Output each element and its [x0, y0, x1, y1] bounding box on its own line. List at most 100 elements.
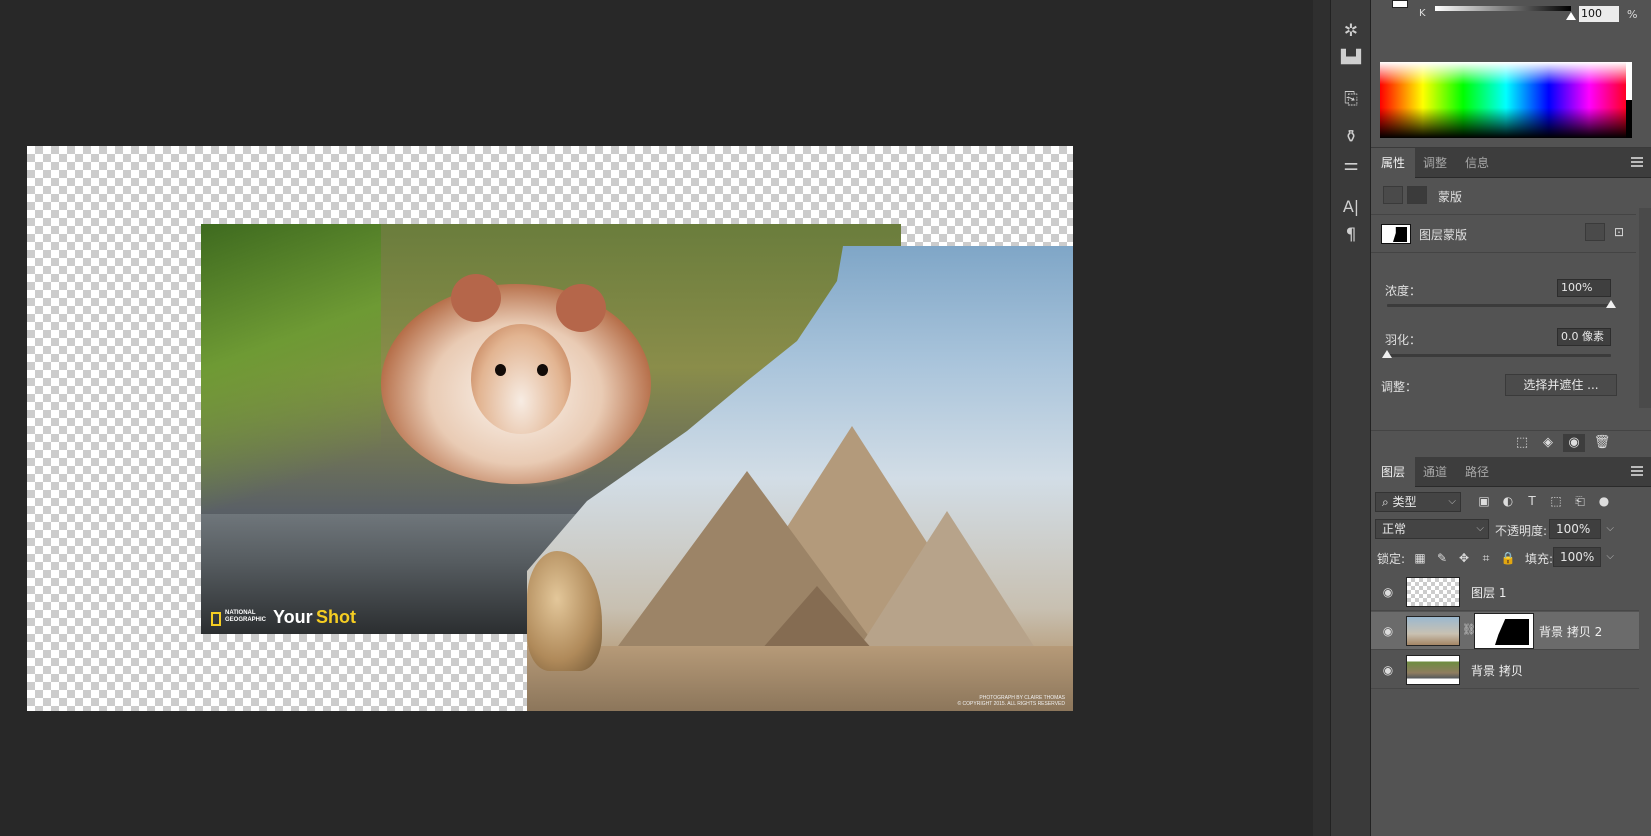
tab-properties[interactable]: 属性 [1371, 148, 1416, 178]
layer-mask-label: 图层蒙版 [1419, 228, 1468, 242]
opacity-value: 100% [1556, 522, 1591, 536]
density-slider-thumb[interactable] [1606, 300, 1616, 308]
document-canvas[interactable]: NATIONAL GEOGRAPHIC Your Shot PHOTOGRAPH… [27, 146, 1073, 711]
fill-value: 100% [1560, 550, 1595, 564]
layer-name[interactable]: 图层 1 [1471, 584, 1506, 601]
properties-menu-icon[interactable] [1631, 157, 1643, 167]
properties-scrollbar[interactable] [1639, 208, 1651, 408]
filter-type-icon[interactable]: T [1523, 493, 1541, 509]
natgeo-logo-icon [211, 612, 221, 626]
blend-mode-dropdown[interactable]: 正常 ⌵ [1375, 519, 1489, 539]
paragraph-icon[interactable]: ¶ [1337, 222, 1365, 248]
density-input[interactable]: 100% [1557, 279, 1611, 297]
filter-shape-icon[interactable]: ⬚ [1547, 493, 1565, 509]
histogram-icon[interactable]: ▙▟ [1337, 45, 1365, 71]
layer-mask-thumbnail [1381, 224, 1411, 244]
chevron-down-icon: ⌵ [1606, 551, 1614, 562]
density-label: 浓度： [1385, 284, 1422, 298]
blend-mode-value: 正常 [1382, 522, 1407, 536]
eye-icon[interactable]: ◉ [1380, 623, 1396, 639]
chevron-down-icon: ⌵ [1476, 523, 1484, 534]
black-white-ramp[interactable] [1626, 62, 1632, 138]
k-channel-slider[interactable] [1435, 6, 1571, 11]
layer-thumbnail [1406, 655, 1460, 685]
character-icon[interactable]: A| [1337, 194, 1365, 220]
add-pixel-mask-icon[interactable] [1585, 223, 1605, 241]
chain-link-icon[interactable]: ⛓ [1462, 623, 1476, 636]
yourshot-logo-your: Your [273, 607, 313, 627]
clone-source-icon[interactable]: ⚱ [1337, 124, 1365, 150]
filter-adjustment-icon[interactable]: ◐ [1499, 493, 1517, 509]
photo-credit-line2: © COPYRIGHT 2015. ALL RIGHTS RESERVED [957, 701, 1065, 707]
layer-thumbnail [1406, 577, 1460, 607]
photo-credit: PHOTOGRAPH BY CLAIRE THOMAS © COPYRIGHT … [957, 695, 1065, 707]
add-vector-mask-icon[interactable]: ⊡ [1609, 223, 1629, 241]
layers-menu-icon[interactable] [1631, 466, 1643, 476]
layer-row[interactable]: ◉ ⛓ 背景 拷贝 2 [1371, 612, 1639, 650]
tab-paths[interactable]: 路径 [1455, 457, 1499, 487]
layer-name[interactable]: 背景 拷贝 [1471, 662, 1523, 679]
lock-all-icon[interactable]: 🔒 [1499, 549, 1517, 567]
search-icon: ⌕ [1382, 495, 1393, 509]
load-selection-icon[interactable]: ⬚ [1511, 434, 1533, 452]
layer-row[interactable]: ◉ 图层 1 [1371, 573, 1639, 611]
pixel-mask-icon[interactable] [1383, 186, 1403, 204]
mask-section-label: 蒙版 [1438, 190, 1463, 204]
compass-icon[interactable]: ✲ [1337, 18, 1365, 44]
eye-icon[interactable]: ◉ [1380, 662, 1396, 678]
k-slider-thumb[interactable] [1566, 12, 1576, 20]
k-channel-input[interactable]: 100 [1579, 6, 1619, 22]
document-workspace[interactable]: NATIONAL GEOGRAPHIC Your Shot PHOTOGRAPH… [0, 0, 1313, 836]
properties-footer: ⬚ ◈ ◉ 🗑 [1371, 430, 1651, 454]
lock-pixels-icon[interactable]: ✎ [1433, 549, 1451, 567]
yourshot-logo-shot: Shot [316, 607, 356, 627]
brush-settings-icon[interactable]: ⎘ [1337, 86, 1365, 112]
refine-label: 调整： [1381, 380, 1418, 394]
lock-position-icon[interactable]: ✥ [1455, 549, 1473, 567]
delete-mask-icon[interactable]: 🗑 [1591, 434, 1613, 452]
divider [1371, 252, 1636, 253]
filter-smart-object-icon[interactable]: ⎗ [1571, 493, 1589, 509]
filter-pixel-icon[interactable]: ▣ [1475, 493, 1493, 509]
filter-toggle-icon[interactable]: ● [1595, 493, 1613, 509]
lock-transparent-icon[interactable]: ▦ [1411, 549, 1429, 567]
color-panel: K 100 % [1371, 0, 1651, 148]
k-unit-label: % [1627, 8, 1638, 21]
hamster-left-eye [495, 364, 506, 376]
filter-kind-dropdown[interactable]: ⌕ 类型 ⌵ [1375, 492, 1461, 512]
feather-input[interactable]: 0.0 像素 [1557, 328, 1611, 346]
layer-name[interactable]: 背景 拷贝 2 [1539, 623, 1602, 640]
feather-slider-thumb[interactable] [1382, 350, 1392, 358]
layer-thumbnail [1406, 616, 1460, 646]
hamster-face [471, 324, 571, 434]
layer-mask-icon[interactable] [1407, 186, 1427, 204]
opacity-label: 不透明度: [1495, 524, 1548, 538]
color-spectrum[interactable] [1380, 62, 1632, 138]
feather-slider[interactable] [1382, 350, 1611, 358]
right-panels: K 100 % 属性 调整 信息 蒙版 图层蒙版 ⊡ 浓度： 100% 羽化： … [1371, 0, 1651, 836]
density-slider[interactable] [1387, 300, 1616, 308]
tab-layers[interactable]: 图层 [1371, 457, 1416, 487]
hamster-left-ear [451, 274, 501, 322]
natgeo-logo-text: NATIONAL GEOGRAPHIC [225, 610, 267, 623]
apply-mask-icon[interactable]: ◈ [1537, 434, 1559, 452]
eye-icon[interactable]: ◉ [1380, 584, 1396, 600]
lock-artboard-icon[interactable]: ⌗ [1477, 549, 1495, 567]
tab-channels[interactable]: 通道 [1413, 457, 1457, 487]
properties-tabbar: 属性 调整 信息 [1371, 148, 1651, 178]
adjustments-icon[interactable]: ⚌ [1337, 152, 1365, 178]
hamster-right-eye [537, 364, 548, 376]
opacity-input[interactable]: 100% ⌵ [1549, 519, 1614, 539]
toggle-mask-visibility-icon[interactable]: ◉ [1563, 434, 1585, 452]
fill-input[interactable]: 100% ⌵ [1553, 547, 1614, 567]
foreground-swatch[interactable] [1392, 0, 1408, 8]
filter-kind-value: 类型 [1392, 495, 1417, 509]
layer-row[interactable]: ◉ 背景 拷贝 [1371, 651, 1639, 689]
lock-label: 锁定: [1377, 552, 1406, 566]
layer-mask-thumbnail[interactable] [1474, 613, 1534, 649]
tab-info[interactable]: 信息 [1455, 148, 1499, 178]
panel-collapse-strip[interactable] [1313, 0, 1331, 836]
select-and-mask-button[interactable]: 选择并遮住 ... [1505, 374, 1617, 396]
tab-adjustments[interactable]: 调整 [1413, 148, 1457, 178]
fill-label: 填充: [1525, 552, 1554, 566]
